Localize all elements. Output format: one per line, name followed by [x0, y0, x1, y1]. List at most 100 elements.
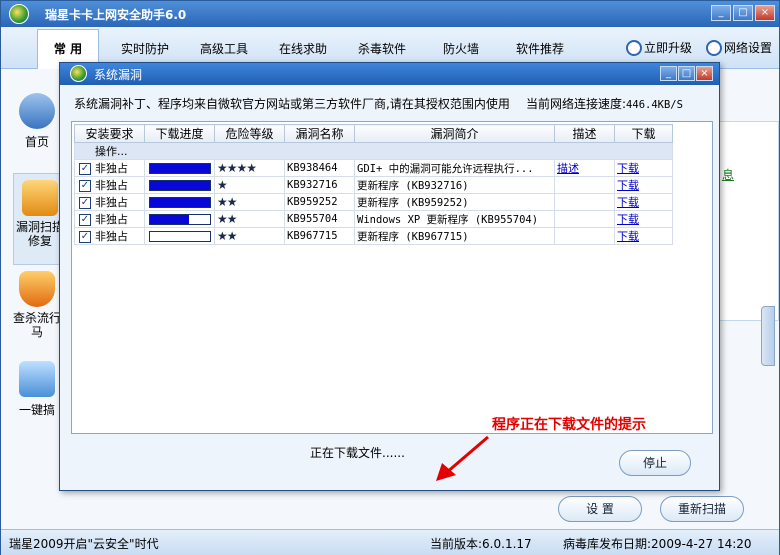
- settings-button[interactable]: 设 置: [558, 496, 642, 522]
- cell-risk: ★★: [214, 210, 285, 228]
- table-row[interactable]: ✓ 非独占 ★★ KB967715 更新程序 (KB967715) 下载: [74, 227, 673, 245]
- cell-risk: ★★★★: [214, 159, 285, 177]
- cell-risk: ★★: [214, 193, 285, 211]
- network-settings-link[interactable]: 网络设置: [706, 39, 772, 56]
- download-progress-bar: [148, 162, 211, 174]
- cell-risk: ★: [214, 176, 285, 194]
- network-settings-icon: [706, 39, 722, 56]
- title-bar[interactable]: 瑞星卡卡上网安全助手6.0 _ □ ×: [1, 1, 779, 27]
- row-checkbox[interactable]: ✓: [79, 197, 91, 209]
- install-req-text: 非独占: [95, 179, 128, 192]
- cell-describe: 描述: [554, 159, 615, 177]
- app-logo-icon: [9, 4, 29, 24]
- minimize-button[interactable]: _: [711, 5, 731, 21]
- upgrade-link[interactable]: 立即升级: [626, 39, 692, 56]
- table-row[interactable]: ✓ 非独占 ★ KB932716 更新程序 (KB932716) 下载: [74, 176, 673, 194]
- risk-stars: ★★: [217, 229, 237, 243]
- annotation-arrow-icon: [436, 435, 489, 481]
- upgrade-label: 立即升级: [644, 41, 693, 55]
- dialog-title-bar[interactable]: 系统漏洞 _ □ ×: [60, 63, 719, 85]
- cell-download: 下载: [614, 210, 673, 228]
- network-settings-label: 网络设置: [724, 41, 773, 55]
- download-link[interactable]: 下载: [617, 213, 639, 226]
- background-partial-link: 息: [722, 168, 735, 182]
- cell-download: 下载: [614, 227, 673, 245]
- download-progress-bar: [148, 196, 211, 208]
- cell-install-req: ✓ 非独占: [74, 159, 145, 177]
- sidebar-item-home[interactable]: 首页: [7, 93, 67, 150]
- row-checkbox[interactable]: ✓: [79, 180, 91, 192]
- download-link[interactable]: 下载: [617, 230, 639, 243]
- maximize-button[interactable]: □: [733, 5, 753, 21]
- dialog-title: 系统漏洞: [94, 68, 143, 82]
- row-checkbox[interactable]: ✓: [79, 231, 91, 243]
- cell-progress: [144, 193, 215, 211]
- operation-label: 操作...: [95, 145, 128, 158]
- annotation-text: 程序正在下载文件的提示: [492, 417, 646, 433]
- cell-describe: [554, 227, 615, 245]
- cell-describe: [554, 193, 615, 211]
- cell-risk: ★★: [214, 227, 285, 245]
- col-install-req[interactable]: 安装要求: [74, 124, 145, 143]
- sidebar-item-one-click[interactable]: 一键搞: [7, 361, 67, 418]
- col-progress[interactable]: 下载进度: [144, 124, 215, 143]
- sidebar-label-one-click: 一键搞: [18, 403, 55, 417]
- cell-vuln-name: KB955704: [284, 210, 355, 228]
- row-checkbox[interactable]: ✓: [79, 163, 91, 175]
- download-link[interactable]: 下载: [617, 196, 639, 209]
- rescan-button[interactable]: 重新扫描: [660, 496, 744, 522]
- close-button[interactable]: ×: [755, 5, 775, 21]
- describe-link[interactable]: 描述: [557, 162, 579, 175]
- sidebar-label-home: 首页: [24, 135, 49, 149]
- download-progress-bar: [148, 179, 211, 191]
- col-describe[interactable]: 描述: [554, 124, 615, 143]
- vulnerability-table-container[interactable]: 安装要求 下载进度 危险等级 漏洞名称 漏洞简介 描述 下载 操作... ✓ 非独…: [71, 121, 713, 434]
- menu-antivirus[interactable]: 杀毒软件: [358, 40, 406, 57]
- cell-vuln-name: KB938464: [284, 159, 355, 177]
- table-row[interactable]: ✓ 非独占 ★★ KB959252 更新程序 (KB959252) 下载: [74, 193, 673, 211]
- dialog-close-button[interactable]: ×: [696, 66, 713, 81]
- install-req-text: 非独占: [95, 230, 128, 243]
- virus-db-date: 病毒库发布日期:2009-4-27 14:20: [563, 537, 752, 551]
- sidebar-item-trojan-scan[interactable]: 查杀流行 马: [7, 271, 67, 339]
- cell-vuln-name: KB967715: [284, 227, 355, 245]
- col-vuln-desc[interactable]: 漏洞简介: [354, 124, 555, 143]
- cell-install-req: ✓ 非独占: [74, 193, 145, 211]
- side-collapse-handle[interactable]: [761, 306, 775, 366]
- download-status: 正在下载文件......: [310, 446, 405, 460]
- table-row[interactable]: ✓ 非独占 ★★ KB955704 Windows XP 更新程序 (KB955704)…: [74, 210, 673, 228]
- download-link[interactable]: 下载: [617, 179, 639, 192]
- background-panel: 息: [717, 121, 779, 321]
- menu-realtime-protection[interactable]: 实时防护: [121, 40, 169, 57]
- dialog-maximize-button[interactable]: □: [678, 66, 695, 81]
- vulnerability-table: 安装要求 下载进度 危险等级 漏洞名称 漏洞简介 描述 下载 操作... ✓ 非独…: [74, 124, 673, 245]
- upgrade-icon: [626, 39, 642, 56]
- cell-describe: [554, 210, 615, 228]
- table-row[interactable]: ✓ 非独占 ★★★★ KB938464 GDI+ 中的漏洞可能允许远程执行... 描述 下载: [74, 159, 673, 177]
- install-req-text: 非独占: [95, 196, 128, 209]
- cell-download: 下载: [614, 159, 673, 177]
- col-vuln-name[interactable]: 漏洞名称: [284, 124, 355, 143]
- dialog-minimize-button[interactable]: _: [660, 66, 677, 81]
- home-icon: [19, 93, 55, 129]
- cell-progress: [144, 210, 215, 228]
- cell-progress: [144, 227, 215, 245]
- cell-progress: [144, 176, 215, 194]
- col-download[interactable]: 下载: [614, 124, 673, 143]
- col-risk-level[interactable]: 危险等级: [214, 124, 285, 143]
- menu-advanced-tools[interactable]: 高级工具: [200, 40, 248, 57]
- menu-firewall[interactable]: 防火墙: [443, 40, 479, 57]
- download-progress-bar: [148, 213, 211, 225]
- download-link[interactable]: 下载: [617, 162, 639, 175]
- cell-install-req: ✓ 非独占: [74, 210, 145, 228]
- dialog-logo-icon: [70, 65, 87, 82]
- menu-online-help[interactable]: 在线求助: [279, 40, 327, 57]
- network-speed: 当前网络连接速度:446.4KB/S: [526, 95, 683, 112]
- stop-button[interactable]: 停止: [619, 450, 691, 476]
- slogan: 瑞星2009开启"云安全"时代: [9, 537, 159, 551]
- speed-label: 当前网络连接速度:: [526, 97, 627, 111]
- row-checkbox[interactable]: ✓: [79, 214, 91, 226]
- cell-progress: [144, 159, 215, 177]
- operation-row[interactable]: 操作...: [74, 142, 673, 160]
- menu-software-recommend[interactable]: 软件推荐: [516, 40, 564, 57]
